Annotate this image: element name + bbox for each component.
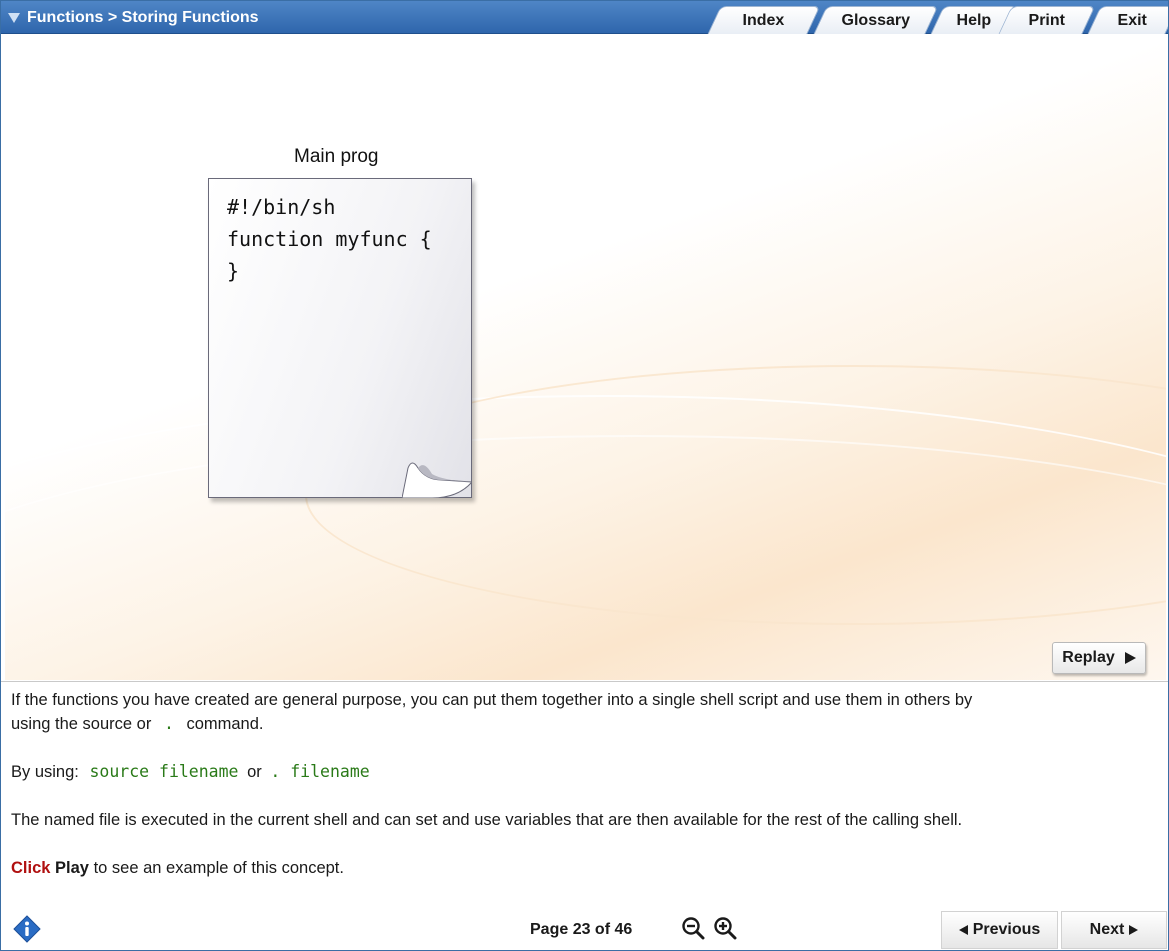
- replay-label: Replay: [1062, 649, 1115, 666]
- arrow-right-icon: [1129, 925, 1139, 935]
- previous-label: Previous: [972, 921, 1041, 938]
- inline-code: . filename: [270, 762, 370, 781]
- paragraph-line: using the source or . command.: [11, 714, 264, 733]
- page-indicator: Page 23 of 46: [530, 921, 633, 938]
- script-document: #!/bin/sh function myfunc { }: [208, 178, 472, 498]
- tab-print[interactable]: Print: [998, 6, 1096, 34]
- inline-code: .: [163, 714, 174, 733]
- code-line: }: [227, 259, 240, 283]
- app-window: Functions > Storing Functions Index Glos…: [0, 0, 1169, 951]
- animation-stage: Main prog #!/bin/sh function myfunc { } …: [5, 35, 1166, 680]
- play-emphasis: Play: [55, 859, 89, 877]
- paragraph-line: If the functions you have created are ge…: [11, 691, 973, 709]
- code-line: function myfunc {: [227, 227, 432, 251]
- click-emphasis: Click: [11, 859, 51, 877]
- paragraph-intro: If the functions you have created are ge…: [11, 688, 972, 736]
- tab-index[interactable]: Index: [707, 6, 821, 34]
- next-label: Next: [1089, 921, 1125, 938]
- arrow-left-icon: [958, 925, 968, 935]
- page-curl-icon: [402, 462, 472, 498]
- breadcrumb[interactable]: Functions > Storing Functions: [8, 9, 259, 27]
- divider: [1, 681, 1168, 682]
- next-button[interactable]: Next: [1061, 911, 1167, 949]
- paragraph-explanation: The named file is executed in the curren…: [11, 811, 963, 829]
- paragraph-instruction: Click Play to see an example of this con…: [11, 859, 344, 877]
- breadcrumb-text: Functions > Storing Functions: [27, 9, 259, 26]
- zoom-out-icon[interactable]: [681, 916, 705, 940]
- tab-exit[interactable]: Exit: [1087, 6, 1168, 34]
- header-bar: Functions > Storing Functions Index Glos…: [1, 1, 1168, 34]
- collapse-triangle-icon[interactable]: [8, 13, 20, 23]
- paragraph-usage: By using: source filename or . filename: [11, 762, 370, 781]
- tab-glossary[interactable]: Glossary: [813, 6, 939, 34]
- code-line: #!/bin/sh: [227, 195, 336, 219]
- play-icon: [1124, 652, 1136, 664]
- inline-code: source filename: [89, 762, 239, 781]
- replay-button[interactable]: Replay: [1052, 642, 1146, 674]
- zoom-in-icon[interactable]: [713, 916, 737, 940]
- info-icon[interactable]: [13, 915, 41, 943]
- document-title: Main prog: [294, 146, 379, 167]
- previous-button[interactable]: Previous: [941, 911, 1058, 949]
